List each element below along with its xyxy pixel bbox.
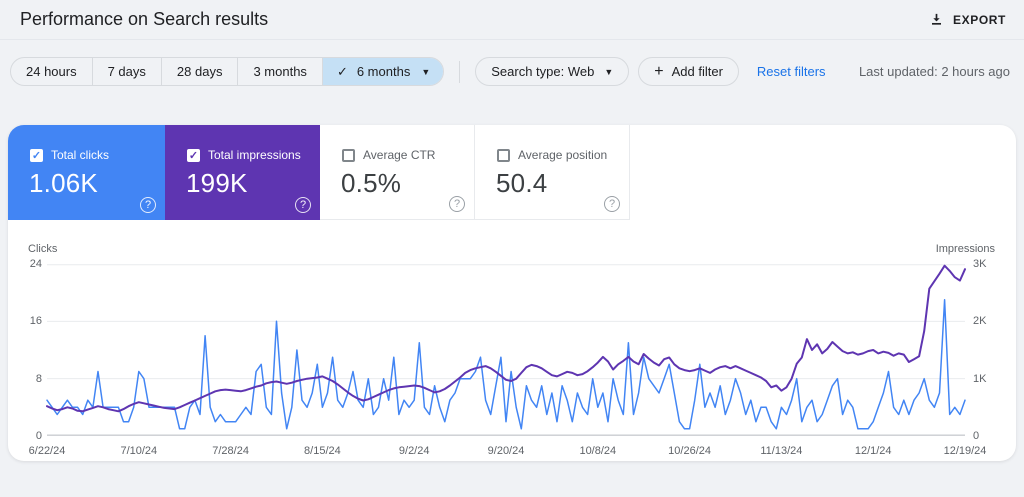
metric-label-row: Average position <box>475 125 629 162</box>
x-tick-label: 7/10/24 <box>120 445 158 457</box>
date-range-6-months-selected[interactable]: ✓ 6 months ▼ <box>321 58 444 85</box>
x-tick-label: 9/2/24 <box>398 445 430 457</box>
page-title: Performance on Search results <box>20 9 269 29</box>
metric-label-row: ✓ Total clicks <box>8 125 165 162</box>
divider <box>459 60 461 83</box>
date-range-label: 28 days <box>176 64 223 79</box>
right-axis-title: Impressions <box>935 243 995 255</box>
export-button[interactable]: EXPORT <box>929 12 1006 27</box>
y-tick-label: 1K <box>973 372 987 385</box>
x-tick-label: 10/8/24 <box>579 445 617 457</box>
y-tick-label: 2K <box>973 315 987 328</box>
metric-value: 1.06K <box>29 168 98 198</box>
metric-card-total-impressions[interactable]: ✓ Total impressions 199K ? <box>165 125 320 220</box>
date-range-24-hours[interactable]: 24 hours <box>11 58 92 85</box>
check-icon: ✓ <box>188 149 199 162</box>
x-tick-label: 10/26/24 <box>668 445 712 457</box>
date-range-3-months[interactable]: 3 months <box>237 58 321 85</box>
chart-plot-area[interactable] <box>46 264 966 436</box>
metric-card-average-position[interactable]: Average position 50.4 ? <box>475 125 630 220</box>
metric-card-average-ctr[interactable]: Average CTR 0.5% ? <box>320 125 475 220</box>
x-tick-label: 6/22/24 <box>28 445 66 457</box>
date-range-label: 24 hours <box>26 64 77 79</box>
x-tick-label: 11/13/24 <box>760 445 803 457</box>
add-filter-chip[interactable]: + Add filter <box>638 57 739 86</box>
chevron-down-icon: ▼ <box>421 66 431 77</box>
x-tick-label: 7/28/24 <box>212 445 249 457</box>
date-range-label: 6 months <box>356 64 411 79</box>
series-line-impressions <box>46 264 966 413</box>
chevron-down-icon: ▼ <box>604 66 614 77</box>
checkbox-unchecked-icon[interactable] <box>497 148 510 162</box>
y-tick-label: 16 <box>29 315 42 328</box>
metric-value: 0.5% <box>341 168 402 198</box>
check-icon: ✓ <box>31 149 42 162</box>
metric-card-total-clicks[interactable]: ✓ Total clicks 1.06K ? <box>8 125 165 220</box>
y-tick-label: 8 <box>35 372 42 385</box>
x-tick-label: 12/1/24 <box>854 445 892 457</box>
last-updated-text: Last updated: 2 hours ago <box>858 64 1010 79</box>
download-icon <box>929 12 944 27</box>
metric-label: Total impressions <box>208 148 301 162</box>
export-label: EXPORT <box>953 12 1006 27</box>
metric-value: 199K <box>186 168 248 198</box>
date-range-label: 7 days <box>107 64 146 79</box>
metric-value: 50.4 <box>496 168 548 198</box>
y-tick-label: 0 <box>35 430 42 442</box>
checkbox-checked-icon[interactable]: ✓ <box>30 148 43 162</box>
date-range-7-days[interactable]: 7 days <box>91 58 161 85</box>
y-tick-label: 24 <box>29 258 42 270</box>
metric-cards-row: ✓ Total clicks 1.06K ? ✓ Total impressio… <box>8 125 1016 220</box>
x-tick-label: 8/15/24 <box>304 445 341 457</box>
add-filter-label: Add filter <box>671 64 723 79</box>
checkbox-unchecked-icon[interactable] <box>342 148 355 162</box>
x-tick-label: 9/20/24 <box>487 445 525 457</box>
filter-bar: 24 hours 7 days 28 days 3 months ✓ 6 mon… <box>10 57 1010 86</box>
y-tick-label: 0 <box>973 430 980 442</box>
y-tick-label: 3K <box>973 258 987 270</box>
date-range-label: 3 months <box>253 64 307 79</box>
plus-icon: + <box>654 62 664 80</box>
check-icon: ✓ <box>336 63 348 79</box>
metric-label-row: Average CTR <box>320 125 474 162</box>
checkbox-checked-icon[interactable]: ✓ <box>187 148 200 162</box>
metric-label: Total clicks <box>51 148 110 162</box>
reset-filters-link[interactable]: Reset filters <box>757 64 826 79</box>
performance-chart: Clicks Impressions 24 16 8 0 3K 2K 1K 0 6/22/2… <box>8 243 1016 461</box>
help-icon[interactable]: ? <box>295 197 311 213</box>
help-icon[interactable]: ? <box>449 196 465 212</box>
search-type-chip[interactable]: Search type: Web ▼ <box>475 57 630 86</box>
metric-label-row: ✓ Total impressions <box>165 125 320 162</box>
search-type-label: Search type: Web <box>491 64 595 79</box>
metric-label: Average CTR <box>363 148 436 162</box>
date-range-28-days[interactable]: 28 days <box>160 58 238 85</box>
x-tick-label: 12/19/24 <box>943 445 987 457</box>
left-axis-title: Clicks <box>28 243 58 255</box>
date-range-group: 24 hours 7 days 28 days 3 months ✓ 6 mon… <box>10 57 445 86</box>
help-icon[interactable]: ? <box>140 197 156 213</box>
help-icon[interactable]: ? <box>604 196 620 212</box>
metric-label: Average position <box>518 148 608 162</box>
series-line-clicks <box>46 299 966 430</box>
top-bar: Performance on Search results EXPORT <box>0 0 1024 40</box>
performance-panel: ✓ Total clicks 1.06K ? ✓ Total impressio… <box>8 125 1016 461</box>
